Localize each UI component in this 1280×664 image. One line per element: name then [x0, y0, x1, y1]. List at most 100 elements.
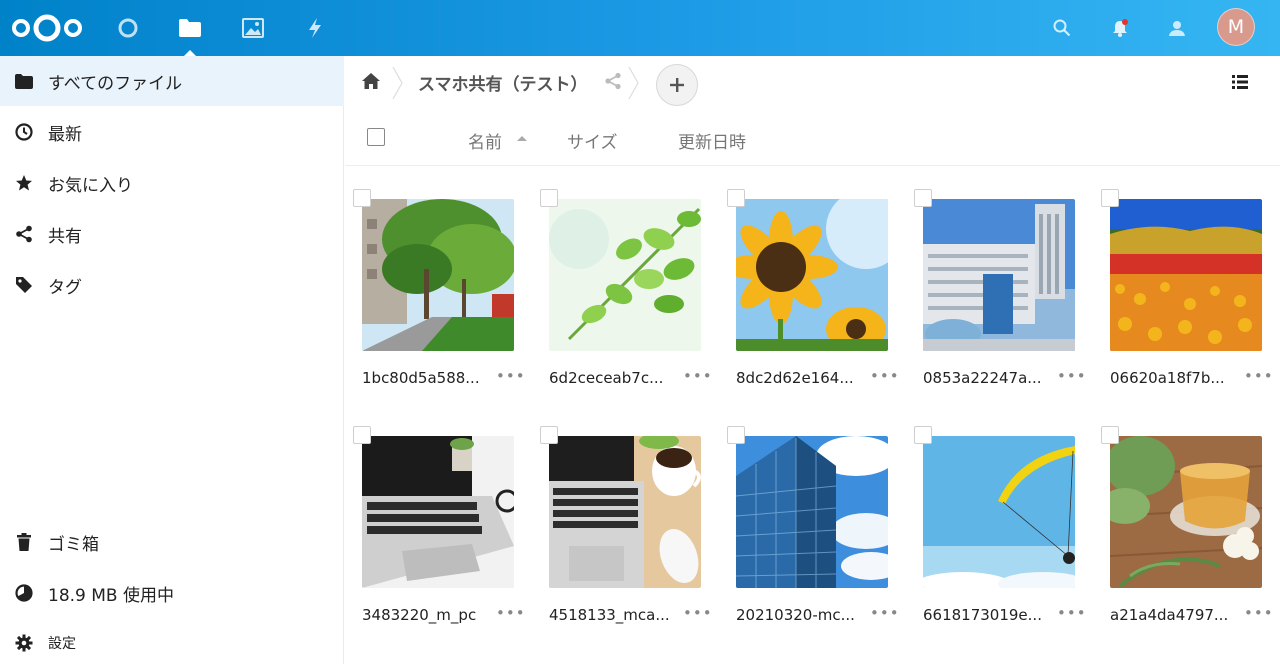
- thumbnail-sunflower[interactable]: [736, 199, 888, 351]
- thumbnail-street-trees[interactable]: [362, 199, 514, 351]
- top-header: M: [0, 0, 1280, 56]
- sidebar-item-label: 最新: [48, 124, 82, 145]
- more-actions-icon[interactable]: •••: [683, 604, 713, 622]
- file-name[interactable]: 1bc80d5a588...: [362, 369, 487, 387]
- sidebar-item-label: 18.9 MB 使用中: [48, 585, 174, 606]
- more-actions-icon[interactable]: •••: [683, 367, 713, 385]
- file-name[interactable]: 6618173019e...: [923, 606, 1048, 624]
- sidebar-item-label: 設定: [48, 636, 76, 652]
- thumbnail-office-tower[interactable]: [736, 436, 888, 588]
- share-icon: [0, 225, 46, 243]
- sidebar-item-favorites[interactable]: お気に入り: [0, 158, 344, 208]
- more-actions-icon[interactable]: •••: [1244, 367, 1274, 385]
- thumbnail-station-building[interactable]: [923, 199, 1075, 351]
- file-checkbox[interactable]: [727, 426, 745, 444]
- thumbnail-paraglider[interactable]: [923, 436, 1075, 588]
- sidebar-item-label: ゴミ箱: [48, 534, 99, 555]
- notifications-icon[interactable]: [1104, 12, 1136, 44]
- sidebar-item-label: すべてのファイル: [48, 73, 183, 94]
- file-checkbox[interactable]: [1101, 189, 1119, 207]
- thumbnail-tea-cup[interactable]: [1110, 436, 1262, 588]
- sidebar-item-tags[interactable]: タグ: [0, 260, 344, 310]
- file-checkbox[interactable]: [540, 426, 558, 444]
- file-name[interactable]: 8dc2d62e164...: [736, 369, 861, 387]
- dashboard-app-icon[interactable]: [112, 12, 144, 44]
- sidebar-item-quota[interactable]: 18.9 MB 使用中: [0, 568, 344, 618]
- file-tile[interactable]: a21a4da4797... •••: [1101, 426, 1273, 636]
- file-tile[interactable]: 20210320-mc... •••: [727, 426, 899, 636]
- more-actions-icon[interactable]: •••: [496, 367, 526, 385]
- file-name[interactable]: 3483220_m_pc: [362, 606, 487, 624]
- file-tile[interactable]: 6d2ceceab7c... •••: [540, 189, 712, 399]
- trash-icon: [0, 533, 46, 551]
- quota-pie-icon: [0, 584, 46, 602]
- more-actions-icon[interactable]: •••: [870, 367, 900, 385]
- column-size-sort[interactable]: サイズ: [567, 128, 618, 153]
- more-actions-icon[interactable]: •••: [1057, 367, 1087, 385]
- nextcloud-logo-icon[interactable]: [10, 12, 84, 44]
- user-avatar[interactable]: M: [1217, 8, 1255, 46]
- home-icon[interactable]: [361, 72, 383, 94]
- file-tile[interactable]: 4518133_mca... •••: [540, 426, 712, 636]
- more-actions-icon[interactable]: •••: [1244, 604, 1274, 622]
- file-name[interactable]: 6d2ceceab7c...: [549, 369, 674, 387]
- thumbnail-laptop-coffee[interactable]: [549, 436, 701, 588]
- sort-ascending-icon: [517, 136, 527, 141]
- sidebar-item-trash[interactable]: ゴミ箱: [0, 517, 344, 567]
- plus-icon: [670, 78, 684, 92]
- file-list-header: 名前 サイズ 更新日時: [345, 110, 1280, 166]
- breadcrumb-separator-icon: [628, 66, 640, 100]
- activity-app-icon[interactable]: [299, 12, 331, 44]
- file-checkbox[interactable]: [727, 189, 745, 207]
- column-name-sort[interactable]: 名前: [468, 128, 502, 153]
- sidebar-item-label: 共有: [48, 226, 82, 247]
- clock-icon: [0, 123, 46, 141]
- file-tile[interactable]: 0853a22247a... •••: [914, 189, 1086, 399]
- list-view-toggle-icon[interactable]: [1232, 74, 1248, 90]
- file-name[interactable]: 20210320-mc...: [736, 606, 861, 624]
- file-name[interactable]: 06620a18f7b...: [1110, 369, 1235, 387]
- tag-icon: [0, 276, 46, 294]
- sidebar-item-label: お気に入り: [48, 175, 133, 196]
- select-all-checkbox[interactable]: [367, 128, 385, 146]
- file-checkbox[interactable]: [914, 426, 932, 444]
- file-checkbox[interactable]: [540, 189, 558, 207]
- file-name[interactable]: 4518133_mca...: [549, 606, 674, 624]
- file-name[interactable]: 0853a22247a...: [923, 369, 1048, 387]
- sidebar-item-label: タグ: [48, 277, 82, 298]
- file-checkbox[interactable]: [1101, 426, 1119, 444]
- sidebar-item-recent[interactable]: 最新: [0, 107, 344, 157]
- file-tile[interactable]: 6618173019e... •••: [914, 426, 1086, 636]
- breadcrumb-current-folder[interactable]: スマホ共有（テスト）: [418, 70, 588, 95]
- thumbnail-green-leaves[interactable]: [549, 199, 701, 351]
- breadcrumb-separator-icon: [392, 66, 404, 100]
- thumbnail-flower-field[interactable]: [1110, 199, 1262, 351]
- file-checkbox[interactable]: [914, 189, 932, 207]
- navigation-sidebar: すべてのファイル 最新 お気に入り 共有 タグ ゴミ箱 18.9 MB 使用中 …: [0, 56, 344, 664]
- new-file-button[interactable]: [656, 64, 698, 106]
- file-tile[interactable]: 8dc2d62e164... •••: [727, 189, 899, 399]
- column-modified-sort[interactable]: 更新日時: [678, 128, 746, 153]
- file-name[interactable]: a21a4da4797...: [1110, 606, 1235, 624]
- file-tile[interactable]: 06620a18f7b... •••: [1101, 189, 1273, 399]
- file-checkbox[interactable]: [353, 189, 371, 207]
- photos-app-icon[interactable]: [237, 12, 269, 44]
- breadcrumb-bar: スマホ共有（テスト）: [345, 56, 1280, 110]
- more-actions-icon[interactable]: •••: [870, 604, 900, 622]
- more-actions-icon[interactable]: •••: [1057, 604, 1087, 622]
- contacts-icon[interactable]: [1161, 12, 1193, 44]
- folder-icon: [0, 73, 46, 89]
- sidebar-item-shared[interactable]: 共有: [0, 209, 344, 259]
- more-actions-icon[interactable]: •••: [496, 604, 526, 622]
- file-tile[interactable]: 3483220_m_pc •••: [353, 426, 525, 636]
- gear-icon: [0, 634, 46, 652]
- sidebar-item-settings[interactable]: 設定: [0, 618, 344, 664]
- file-checkbox[interactable]: [353, 426, 371, 444]
- thumbnail-laptop[interactable]: [362, 436, 514, 588]
- share-folder-icon[interactable]: [604, 72, 622, 90]
- star-icon: [0, 174, 46, 192]
- search-icon[interactable]: [1046, 12, 1078, 44]
- sidebar-item-all-files[interactable]: すべてのファイル: [0, 56, 344, 106]
- file-tile[interactable]: 1bc80d5a588... •••: [353, 189, 525, 399]
- files-app-icon[interactable]: [174, 12, 206, 56]
